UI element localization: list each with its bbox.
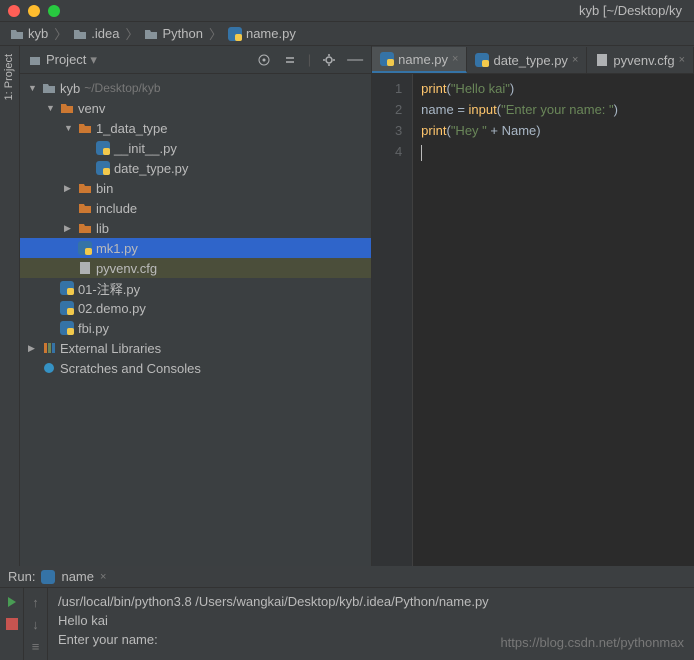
tree-row[interactable]: venv: [20, 98, 371, 118]
project-tree: kyb ~/Desktop/kybvenv1_data_type__init__…: [20, 74, 371, 566]
run-actions-col: [0, 588, 24, 660]
console-line: /usr/local/bin/python3.8 /Users/wangkai/…: [58, 592, 684, 611]
project-panel-title: Project: [46, 52, 86, 67]
tree-row[interactable]: External Libraries: [20, 338, 371, 358]
chevron-right-icon[interactable]: [64, 223, 74, 234]
window-title: kyb [~/Desktop/ky: [60, 3, 686, 18]
tree-row[interactable]: 02.demo.py: [20, 298, 371, 318]
tree-row[interactable]: mk1.py: [20, 238, 371, 258]
up-arrow-icon[interactable]: ↑: [28, 594, 44, 610]
line-gutter: 1234: [372, 74, 412, 566]
python-icon: [41, 570, 55, 584]
tree-row[interactable]: __init__.py: [20, 138, 371, 158]
left-toolstrip: 1: Project: [0, 46, 20, 566]
project-panel: Project ▾ | — kyb ~/Desktop/kybvenv1_dat…: [20, 46, 372, 566]
breadcrumb-item[interactable]: .idea: [73, 26, 119, 41]
code-area[interactable]: 1234 print("Hello kai") name = input("En…: [372, 74, 694, 566]
chevron-down-icon[interactable]: [64, 123, 74, 133]
code-content[interactable]: print("Hello kai") name = input("Enter y…: [412, 74, 694, 566]
watermark: https://blog.csdn.net/pythonmax: [500, 633, 684, 652]
console-line: Hello kai: [58, 611, 684, 630]
editor-tab[interactable]: pyvenv.cfg×: [587, 47, 694, 73]
tree-row[interactable]: 1_data_type: [20, 118, 371, 138]
stop-icon[interactable]: [4, 616, 20, 632]
tree-row[interactable]: fbi.py: [20, 318, 371, 338]
tree-row[interactable]: 01-注释.py: [20, 278, 371, 298]
tree-row[interactable]: pyvenv.cfg: [20, 258, 371, 278]
breadcrumb: kyb〉.idea〉Python〉name.py: [0, 22, 694, 46]
hide-icon[interactable]: —: [347, 52, 363, 68]
project-tool-button[interactable]: 1: Project: [3, 54, 15, 100]
editor-tab[interactable]: date_type.py×: [467, 47, 587, 73]
tree-row[interactable]: date_type.py: [20, 158, 371, 178]
chevron-down-icon[interactable]: [46, 103, 56, 113]
run-console[interactable]: /usr/local/bin/python3.8 /Users/wangkai/…: [48, 588, 694, 660]
close-window-button[interactable]: [8, 5, 20, 17]
tree-row[interactable]: Scratches and Consoles: [20, 358, 371, 378]
editor-tab[interactable]: name.py×: [372, 47, 467, 73]
project-icon: [28, 53, 42, 67]
run-header: Run: name ×: [0, 566, 694, 588]
editor-caret: [421, 145, 422, 161]
locate-icon[interactable]: [256, 52, 272, 68]
tree-row[interactable]: include: [20, 198, 371, 218]
zoom-window-button[interactable]: [48, 5, 60, 17]
chevron-right-icon[interactable]: [64, 183, 74, 194]
run-panel: Run: name × ↑ ↓ ≡ /usr/local/bin/python3…: [0, 566, 694, 660]
breadcrumb-item[interactable]: Python: [144, 26, 202, 41]
tree-row[interactable]: bin: [20, 178, 371, 198]
close-icon[interactable]: ×: [100, 571, 106, 583]
close-icon[interactable]: ×: [452, 53, 458, 65]
chevron-down-icon[interactable]: [28, 83, 38, 93]
collapse-icon[interactable]: [282, 52, 298, 68]
tree-row[interactable]: kyb ~/Desktop/kyb: [20, 78, 371, 98]
close-icon[interactable]: ×: [679, 54, 685, 66]
editor: name.py×date_type.py×pyvenv.cfg× 1234 pr…: [372, 46, 694, 566]
run-tab-label[interactable]: name: [61, 569, 94, 584]
window-titlebar: kyb [~/Desktop/ky: [0, 0, 694, 22]
breadcrumb-item[interactable]: kyb: [10, 26, 48, 41]
project-panel-header: Project ▾ | —: [20, 46, 371, 74]
run-title: Run:: [8, 569, 35, 584]
breadcrumb-item[interactable]: name.py: [228, 26, 296, 41]
close-icon[interactable]: ×: [572, 54, 578, 66]
tree-row[interactable]: lib: [20, 218, 371, 238]
project-dropdown-icon[interactable]: ▾: [90, 52, 97, 68]
down-arrow-icon[interactable]: ↓: [28, 616, 44, 632]
minimize-window-button[interactable]: [28, 5, 40, 17]
chevron-right-icon[interactable]: [28, 343, 38, 354]
gear-icon[interactable]: [321, 52, 337, 68]
lines-icon[interactable]: ≡: [28, 638, 44, 654]
rerun-icon[interactable]: [4, 594, 20, 610]
editor-tabs: name.py×date_type.py×pyvenv.cfg×: [372, 46, 694, 74]
traffic-lights: [8, 5, 60, 17]
run-nav-col: ↑ ↓ ≡: [24, 588, 48, 660]
